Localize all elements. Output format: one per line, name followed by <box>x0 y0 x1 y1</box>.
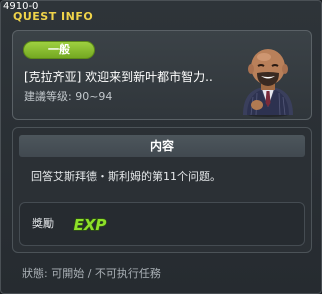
reward-label: 獎勵 <box>32 217 54 230</box>
quest-name: [克拉齐亚] 欢迎来到新叶都市智力.. <box>24 70 213 84</box>
reward-box: 獎勵 EXP <box>19 202 305 246</box>
npc-portrait-icon <box>243 49 293 117</box>
content-panel: 内容 回答艾斯拜德・斯利姆的第11个问题。 獎勵 EXP <box>12 127 312 253</box>
exp-text: EXP <box>74 216 107 234</box>
quest-status: 狀態: 可開始 / 不可执行任務 <box>22 267 161 280</box>
quest-description: 回答艾斯拜德・斯利姆的第11个问题。 <box>31 170 221 183</box>
recommended-level: 建議等级: 90~94 <box>24 90 113 103</box>
quest-info-window: 4910-0 QUEST INFO 一般 [克拉齐亚] 欢迎来到新叶都市智力..… <box>0 0 322 294</box>
window-title: QUEST INFO <box>13 10 94 23</box>
content-header: 内容 <box>19 135 305 157</box>
category-badge: 一般 <box>23 41 95 59</box>
exp-reward-icon: EXP <box>73 215 107 234</box>
